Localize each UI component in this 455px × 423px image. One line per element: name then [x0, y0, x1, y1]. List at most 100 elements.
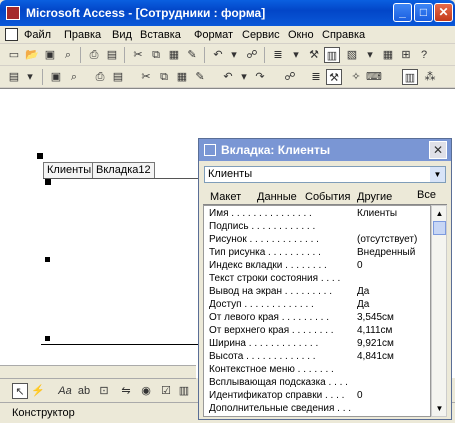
- menu-format[interactable]: Формат: [194, 29, 233, 41]
- menu-window[interactable]: Окно: [288, 29, 314, 41]
- property-row[interactable]: Всплывающая подсказка . . . .: [204, 377, 430, 389]
- properties-icon[interactable]: ▥: [324, 47, 340, 63]
- property-row[interactable]: Дополнительные сведения . . .: [204, 403, 430, 415]
- menu-tools[interactable]: Сервис: [242, 29, 280, 41]
- property-value[interactable]: 3,545см: [357, 312, 430, 323]
- property-row[interactable]: Контекстное меню . . . . . . .: [204, 364, 430, 376]
- print-preview-icon[interactable]: ▤: [104, 47, 120, 63]
- option-group-icon[interactable]: ⊡: [96, 383, 112, 399]
- undo-dropdown-icon[interactable]: ▾: [236, 69, 252, 85]
- access-app-icon[interactable]: [6, 6, 20, 20]
- move-handle[interactable]: [37, 153, 43, 159]
- property-list-scrollbar[interactable]: ▲ ▼: [431, 205, 447, 417]
- property-sheet-close-button[interactable]: ✕: [429, 141, 447, 159]
- view-icon[interactable]: ▤: [6, 69, 22, 85]
- selection-handle[interactable]: [45, 179, 51, 185]
- properties-icon[interactable]: ▥: [402, 69, 418, 85]
- search-icon[interactable]: ⌕: [60, 47, 76, 63]
- maximize-button[interactable]: □: [414, 3, 433, 22]
- combo-box-icon[interactable]: ▥: [176, 383, 192, 399]
- scroll-down-icon[interactable]: ▼: [433, 402, 446, 415]
- build-dropdown-icon[interactable]: ▾: [362, 47, 378, 63]
- cut-icon[interactable]: ✂: [138, 69, 154, 85]
- property-value[interactable]: 4,111см: [357, 325, 430, 336]
- tab-page-12[interactable]: Вкладка12: [92, 162, 155, 178]
- property-value[interactable]: 4,841см: [357, 351, 430, 362]
- selection-handle[interactable]: [45, 336, 50, 341]
- print-preview-icon[interactable]: ▤: [110, 69, 126, 85]
- property-row[interactable]: Тип рисунка . . . . . . . . . . Внедренны…: [204, 247, 430, 259]
- toolbox-icon[interactable]: ⚒: [326, 69, 342, 85]
- help-icon[interactable]: ?: [416, 47, 432, 63]
- field-dropdown-icon[interactable]: ▾: [288, 47, 304, 63]
- field-list-icon[interactable]: ≣: [270, 47, 286, 63]
- property-row[interactable]: Идентификатор справки . . . . 0: [204, 390, 430, 402]
- search-icon[interactable]: ⌕: [66, 69, 82, 85]
- print-icon[interactable]: ⎙: [86, 47, 102, 63]
- property-value[interactable]: Да: [357, 286, 430, 297]
- property-row[interactable]: От верхнего края . . . . . . . . 4,111см: [204, 325, 430, 337]
- format-painter-icon[interactable]: ✎: [192, 69, 208, 85]
- hyperlink-icon[interactable]: ☍: [282, 69, 298, 85]
- property-row[interactable]: Ширина . . . . . . . . . . . . . 9,921см: [204, 338, 430, 350]
- scroll-up-icon[interactable]: ▲: [433, 207, 446, 220]
- minimize-button[interactable]: _: [393, 3, 412, 22]
- toggle-button-icon[interactable]: ⇋: [118, 383, 134, 399]
- toolbox-icon[interactable]: ⚒: [306, 47, 322, 63]
- property-row[interactable]: Высота . . . . . . . . . . . . . 4,841см: [204, 351, 430, 363]
- tab-layout[interactable]: Макет: [210, 191, 241, 203]
- property-value[interactable]: 9,921см: [357, 338, 430, 349]
- chevron-down-icon[interactable]: ▼: [430, 167, 445, 182]
- print-icon[interactable]: ⎙: [92, 69, 108, 85]
- view-dropdown-icon[interactable]: ▾: [22, 69, 38, 85]
- close-button[interactable]: ✕: [434, 3, 453, 22]
- property-value[interactable]: 0: [357, 260, 430, 271]
- scroll-thumb[interactable]: [433, 221, 446, 235]
- property-row[interactable]: Доступ . . . . . . . . . . . . . Да: [204, 299, 430, 311]
- tab-all[interactable]: Все: [417, 189, 436, 201]
- property-row[interactable]: Имя . . . . . . . . . . . . . . . Клиенты: [204, 208, 430, 220]
- tab-data[interactable]: Данные: [257, 191, 297, 203]
- save-icon[interactable]: ▣: [48, 69, 64, 85]
- undo-icon[interactable]: ↶: [210, 47, 226, 63]
- menu-edit[interactable]: Правка: [64, 29, 101, 41]
- option-button-icon[interactable]: ◉: [138, 383, 154, 399]
- property-value[interactable]: 0: [357, 390, 430, 401]
- property-row[interactable]: Индекс вкладки . . . . . . . . 0: [204, 260, 430, 272]
- paste-icon[interactable]: ▦: [174, 69, 190, 85]
- selection-handle[interactable]: [45, 257, 50, 262]
- save-icon[interactable]: ▣: [42, 47, 58, 63]
- label-tool[interactable]: Aa: [56, 383, 74, 399]
- undo-icon[interactable]: ↶: [220, 69, 236, 85]
- cut-icon[interactable]: ✂: [130, 47, 146, 63]
- menu-view[interactable]: Вид: [112, 29, 132, 41]
- copy-icon[interactable]: ⧉: [156, 69, 172, 85]
- checkbox-icon[interactable]: ☑: [158, 383, 174, 399]
- copy-icon[interactable]: ⧉: [148, 47, 164, 63]
- redo-icon[interactable]: ↷: [252, 69, 268, 85]
- textbox-tool[interactable]: ab: [76, 383, 92, 399]
- format-painter-icon[interactable]: ✎: [184, 47, 200, 63]
- new-object-icon[interactable]: ⊞: [398, 47, 414, 63]
- build-icon[interactable]: ⁂: [422, 69, 438, 85]
- field-list-icon[interactable]: ≣: [308, 69, 324, 85]
- build-icon[interactable]: ▧: [344, 47, 360, 63]
- menu-help[interactable]: Справка: [322, 29, 365, 41]
- object-selector[interactable]: Клиенты ▼: [204, 166, 446, 183]
- property-value[interactable]: Да: [357, 299, 430, 310]
- control-wizards-icon[interactable]: ⚡: [30, 383, 46, 399]
- property-row[interactable]: Рисунок . . . . . . . . . . . . . (отсутс…: [204, 234, 430, 246]
- new-icon[interactable]: ▭: [6, 47, 22, 63]
- form-document-icon[interactable]: [5, 28, 18, 41]
- property-row[interactable]: От левого края . . . . . . . . . 3,545см: [204, 312, 430, 324]
- autoformat-icon[interactable]: ✧: [348, 69, 364, 85]
- property-row[interactable]: Подпись . . . . . . . . . . . .: [204, 221, 430, 233]
- paste-icon[interactable]: ▦: [166, 47, 182, 63]
- property-value[interactable]: (отсутствует): [357, 234, 430, 245]
- insert-hyperlink-icon[interactable]: ☍: [244, 47, 260, 63]
- code-icon[interactable]: ⌨: [366, 69, 382, 85]
- menu-insert[interactable]: Вставка: [140, 29, 181, 41]
- tab-page-clients[interactable]: Клиенты: [43, 162, 96, 178]
- undo-dropdown-icon[interactable]: ▾: [226, 47, 242, 63]
- menu-file[interactable]: Файл: [24, 29, 51, 41]
